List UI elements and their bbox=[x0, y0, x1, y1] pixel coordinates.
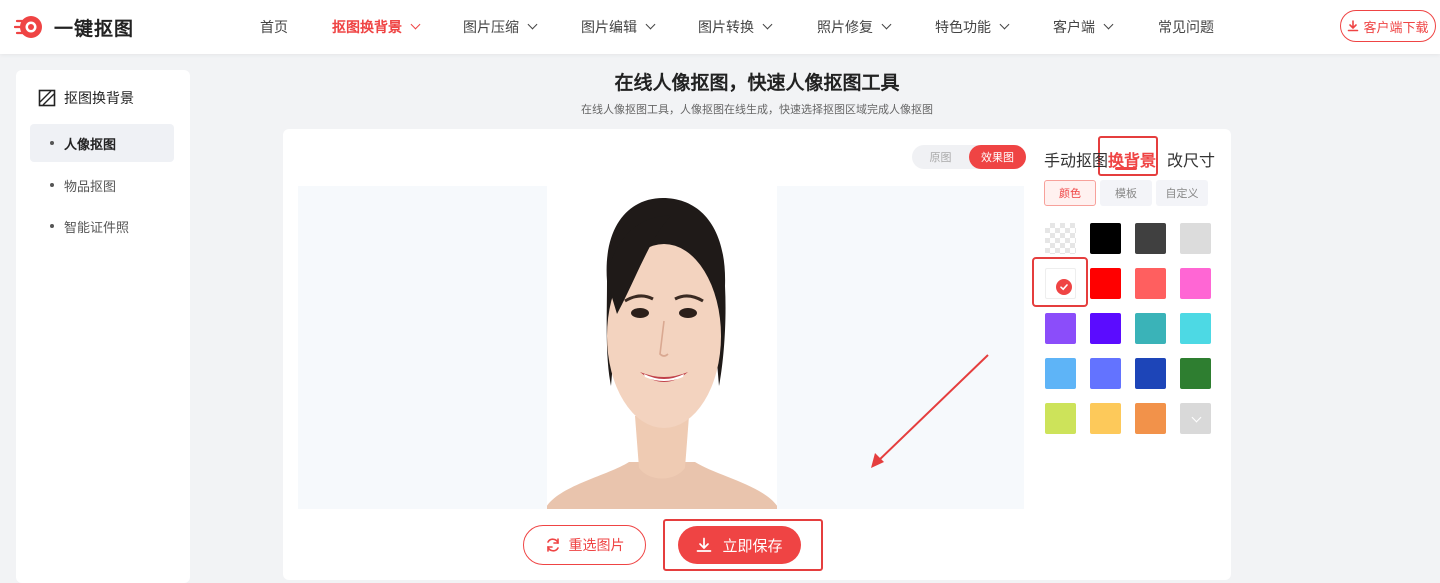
subtab-custom[interactable]: 自定义 bbox=[1156, 180, 1208, 206]
nav-label: 图片转换 bbox=[698, 20, 754, 36]
bullet-icon bbox=[50, 224, 54, 228]
color-swatch-transparent[interactable] bbox=[1045, 223, 1076, 254]
logo-text: 一键抠图 bbox=[54, 17, 135, 40]
color-swatch[interactable] bbox=[1135, 403, 1166, 434]
nav-label: 图片编辑 bbox=[581, 20, 637, 36]
color-swatch[interactable] bbox=[1090, 358, 1121, 389]
color-swatch[interactable] bbox=[1045, 313, 1076, 344]
reselect-label: 重选图片 bbox=[568, 538, 625, 554]
nav-item-client[interactable]: 客户端 bbox=[1053, 0, 1114, 54]
chevron-down-icon bbox=[881, 19, 892, 30]
page-title: 在线人像抠图，快速人像抠图工具 bbox=[614, 72, 900, 94]
sidebar-item-label: 智能证件照 bbox=[64, 220, 130, 236]
tab-resize[interactable]: 改尺寸 bbox=[1167, 147, 1215, 171]
color-swatch[interactable] bbox=[1135, 358, 1166, 389]
toggle-result[interactable]: 效果图 bbox=[969, 145, 1026, 169]
sidebar: 抠图换背景 人像抠图 物品抠图 智能证件照 bbox=[16, 70, 190, 583]
download-label: 客户端下载 bbox=[1363, 20, 1429, 36]
selected-color-highlight bbox=[1032, 257, 1088, 307]
logo-ring-icon bbox=[14, 16, 42, 38]
portrait-preview bbox=[547, 186, 777, 509]
more-colors-button[interactable] bbox=[1180, 403, 1211, 434]
color-swatch[interactable] bbox=[1045, 358, 1076, 389]
nav-item-edit[interactable]: 图片编辑 bbox=[581, 0, 656, 54]
nav-item-features[interactable]: 特色功能 bbox=[935, 0, 1010, 54]
color-swatch[interactable] bbox=[1045, 403, 1076, 434]
sidebar-item-label: 人像抠图 bbox=[64, 137, 117, 153]
color-swatch[interactable] bbox=[1135, 313, 1166, 344]
subtab-template[interactable]: 模板 bbox=[1100, 180, 1152, 206]
save-button[interactable]: 立即保存 bbox=[678, 526, 801, 564]
client-download-button[interactable]: 客户端下载 bbox=[1340, 10, 1436, 42]
bullet-icon bbox=[50, 141, 54, 145]
chevron-down-icon bbox=[645, 19, 656, 30]
nav-label: 首页 bbox=[260, 20, 288, 36]
refresh-icon bbox=[546, 538, 559, 552]
chevron-down-icon bbox=[762, 19, 773, 30]
nav-label: 照片修复 bbox=[817, 20, 873, 36]
color-swatch[interactable] bbox=[1090, 403, 1121, 434]
nav-item-compress[interactable]: 图片压缩 bbox=[463, 0, 538, 54]
bullet-icon bbox=[50, 183, 54, 187]
chevron-down-icon bbox=[527, 19, 538, 30]
color-swatch[interactable] bbox=[1090, 268, 1121, 299]
tab-manual-cutout[interactable]: 手动抠图 bbox=[1044, 147, 1108, 171]
save-label: 立即保存 bbox=[722, 536, 783, 555]
sidebar-item-label: 物品抠图 bbox=[64, 179, 117, 195]
chevron-down-icon bbox=[999, 19, 1010, 30]
sidebar-item-id-photo[interactable]: 智能证件照 bbox=[30, 207, 174, 245]
chevron-down-icon bbox=[410, 19, 421, 30]
color-swatch[interactable] bbox=[1135, 223, 1166, 254]
editor-card: 原图 效果图 重选图片 立即保存 手动抠图 换背景 改尺寸 颜色 模板 自定义 bbox=[283, 129, 1231, 580]
color-swatch[interactable] bbox=[1090, 313, 1121, 344]
nav-item-restore[interactable]: 照片修复 bbox=[817, 0, 892, 54]
color-swatch[interactable] bbox=[1135, 268, 1166, 299]
toggle-original[interactable]: 原图 bbox=[912, 145, 969, 169]
color-swatch[interactable] bbox=[1090, 223, 1121, 254]
logo[interactable]: 一键抠图 bbox=[14, 12, 134, 42]
color-swatch[interactable] bbox=[1180, 268, 1211, 299]
active-tab-indicator bbox=[1115, 167, 1137, 170]
portrait-image bbox=[547, 198, 777, 509]
color-swatch[interactable] bbox=[1180, 223, 1211, 254]
sidebar-item-object[interactable]: 物品抠图 bbox=[30, 166, 174, 204]
chevron-down-icon bbox=[1191, 412, 1202, 422]
nav-label: 特色功能 bbox=[935, 20, 991, 36]
color-swatch[interactable] bbox=[1180, 313, 1211, 344]
chevron-down-icon bbox=[1103, 19, 1114, 30]
nav-label: 图片压缩 bbox=[463, 20, 519, 36]
nav-item-convert[interactable]: 图片转换 bbox=[698, 0, 773, 54]
nav-item-home[interactable]: 首页 bbox=[260, 0, 288, 54]
sidebar-item-portrait[interactable]: 人像抠图 bbox=[30, 124, 174, 162]
download-icon bbox=[1348, 20, 1359, 32]
preview-canvas bbox=[298, 186, 1024, 509]
top-header: 一键抠图 首页 抠图换背景 图片压缩 图片编辑 图片转换 照片修复 特色功能 客… bbox=[0, 0, 1440, 54]
nav-label: 客户端 bbox=[1053, 20, 1095, 36]
nav-item-faq[interactable]: 常见问题 bbox=[1158, 0, 1214, 54]
subtab-color[interactable]: 颜色 bbox=[1044, 180, 1096, 206]
color-swatch[interactable] bbox=[1180, 358, 1211, 389]
reselect-image-button[interactable]: 重选图片 bbox=[523, 525, 646, 565]
download-icon bbox=[697, 537, 712, 552]
page-subtitle: 在线人像抠图工具，人像抠图在线生成，快速选择抠图区域完成人像抠图 bbox=[581, 103, 933, 116]
nav-label: 抠图换背景 bbox=[332, 20, 402, 36]
nav-item-cutout-bg[interactable]: 抠图换背景 bbox=[332, 0, 421, 54]
view-toggle: 原图 效果图 bbox=[912, 145, 1026, 169]
nav-label: 常见问题 bbox=[1158, 20, 1214, 36]
